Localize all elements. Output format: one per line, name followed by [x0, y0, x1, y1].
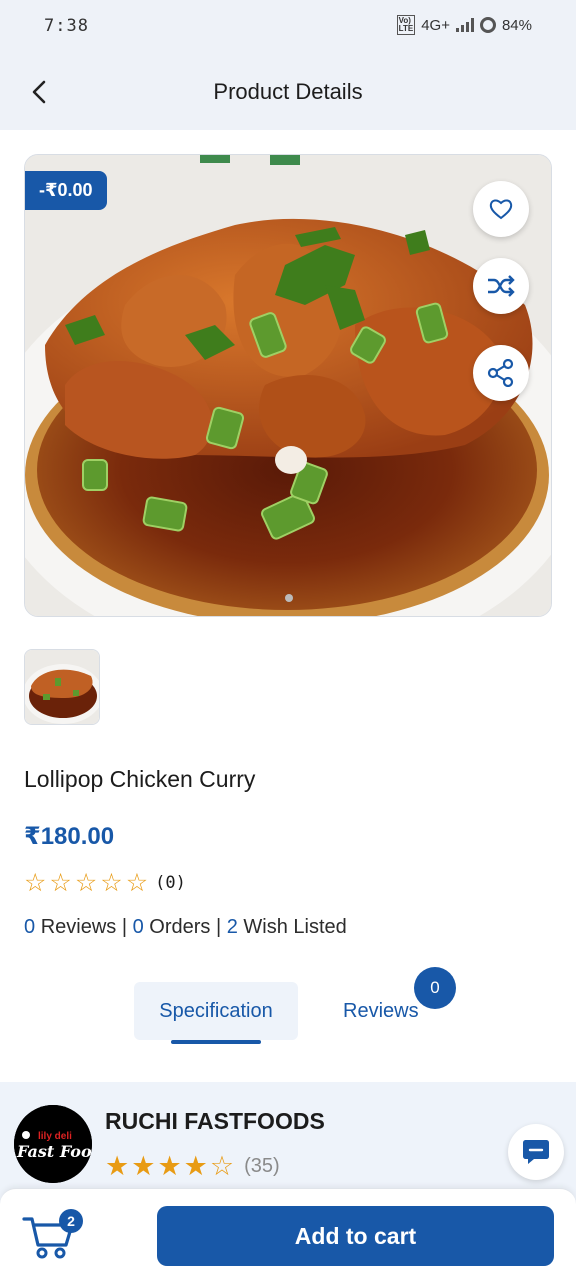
- star-filled-icon: ★: [183, 1151, 208, 1181]
- shuffle-icon: [488, 275, 515, 297]
- cart-button[interactable]: 2: [22, 1209, 83, 1261]
- compare-button[interactable]: [473, 258, 529, 314]
- status-indicators: Vo) LTE 4G+ 84%: [396, 15, 532, 35]
- orders-count: 0: [132, 916, 144, 938]
- reviews-count: 0: [24, 916, 36, 938]
- product-name: Lollipop Chicken Curry: [24, 766, 256, 792]
- tab-specification[interactable]: Specification: [134, 982, 298, 1040]
- star-empty-icon: ☆: [209, 1151, 235, 1181]
- battery-level: 84%: [501, 16, 532, 34]
- shop-logo-image: lily deli Fast Foods: [14, 1105, 92, 1183]
- rating-count: (0): [155, 873, 186, 893]
- star-empty-icon: ☆: [125, 869, 149, 897]
- reviews-count-badge: 0: [414, 967, 456, 1009]
- signal-icon: [455, 18, 474, 32]
- product-image-carousel[interactable]: -₹0.00: [24, 154, 552, 617]
- stats-separator: |: [215, 916, 222, 938]
- battery-icon: [479, 17, 496, 33]
- volte-bottom-text: LTE: [398, 24, 414, 33]
- star-empty-icon: ☆: [24, 869, 47, 897]
- product-thumbnail[interactable]: [24, 649, 100, 725]
- wishlist-button[interactable]: [473, 181, 529, 237]
- shop-logo[interactable]: lily deli Fast Foods: [14, 1105, 92, 1183]
- product-price: ₹180.00: [24, 823, 115, 850]
- product-image: [25, 155, 551, 616]
- page-title: Product Details: [213, 79, 363, 104]
- tab-reviews[interactable]: Reviews: [343, 1000, 419, 1023]
- product-rating: ☆ ☆ ☆ ☆ ☆ (0): [24, 870, 186, 896]
- shop-name[interactable]: RUCHI FASTFOODS: [105, 1108, 325, 1135]
- star-empty-icon: ☆: [74, 869, 98, 897]
- add-to-cart-button[interactable]: Add to cart: [157, 1206, 554, 1266]
- chat-button[interactable]: [508, 1124, 564, 1180]
- shop-rating-count: (35): [244, 1154, 280, 1177]
- shop-rating: ★ ★ ★ ★ ☆ (35): [105, 1152, 280, 1180]
- svg-text:Fast Foods: Fast Foods: [16, 1142, 92, 1161]
- product-stats: 0 Reviews | 0 Orders | 2 Wish Listed: [24, 916, 347, 939]
- wishlist-label: Wish Listed: [243, 916, 347, 938]
- cart-count-badge: 2: [59, 1209, 83, 1233]
- bottom-action-bar: 2 Add to cart: [0, 1188, 576, 1280]
- stats-separator: |: [121, 916, 128, 938]
- carousel-indicator: [285, 594, 293, 602]
- network-type: 4G+: [421, 16, 450, 34]
- orders-label: Orders: [149, 916, 211, 938]
- wishlist-count: 2: [226, 916, 238, 938]
- star-empty-icon: ☆: [49, 869, 72, 897]
- svg-text:lily deli: lily deli: [38, 1131, 72, 1142]
- thumbnail-image: [25, 650, 99, 724]
- share-button[interactable]: [473, 345, 529, 401]
- star-empty-icon: ☆: [100, 869, 123, 897]
- star-filled-icon: ★: [157, 1151, 182, 1181]
- heart-icon: [489, 199, 513, 220]
- star-filled-icon: ★: [105, 1151, 130, 1181]
- share-icon: [487, 359, 514, 387]
- reviews-label: Reviews: [40, 916, 117, 938]
- active-tab-indicator: [171, 1040, 261, 1044]
- chat-icon: [523, 1140, 549, 1164]
- star-filled-icon: ★: [131, 1151, 156, 1181]
- volte-icon: Vo) LTE: [396, 15, 416, 35]
- app-header: Product Details: [0, 54, 576, 130]
- discount-badge: -₹0.00: [25, 171, 107, 210]
- status-bar: 7:38 Vo) LTE 4G+ 84%: [0, 0, 576, 54]
- status-time: 7:38: [44, 16, 89, 36]
